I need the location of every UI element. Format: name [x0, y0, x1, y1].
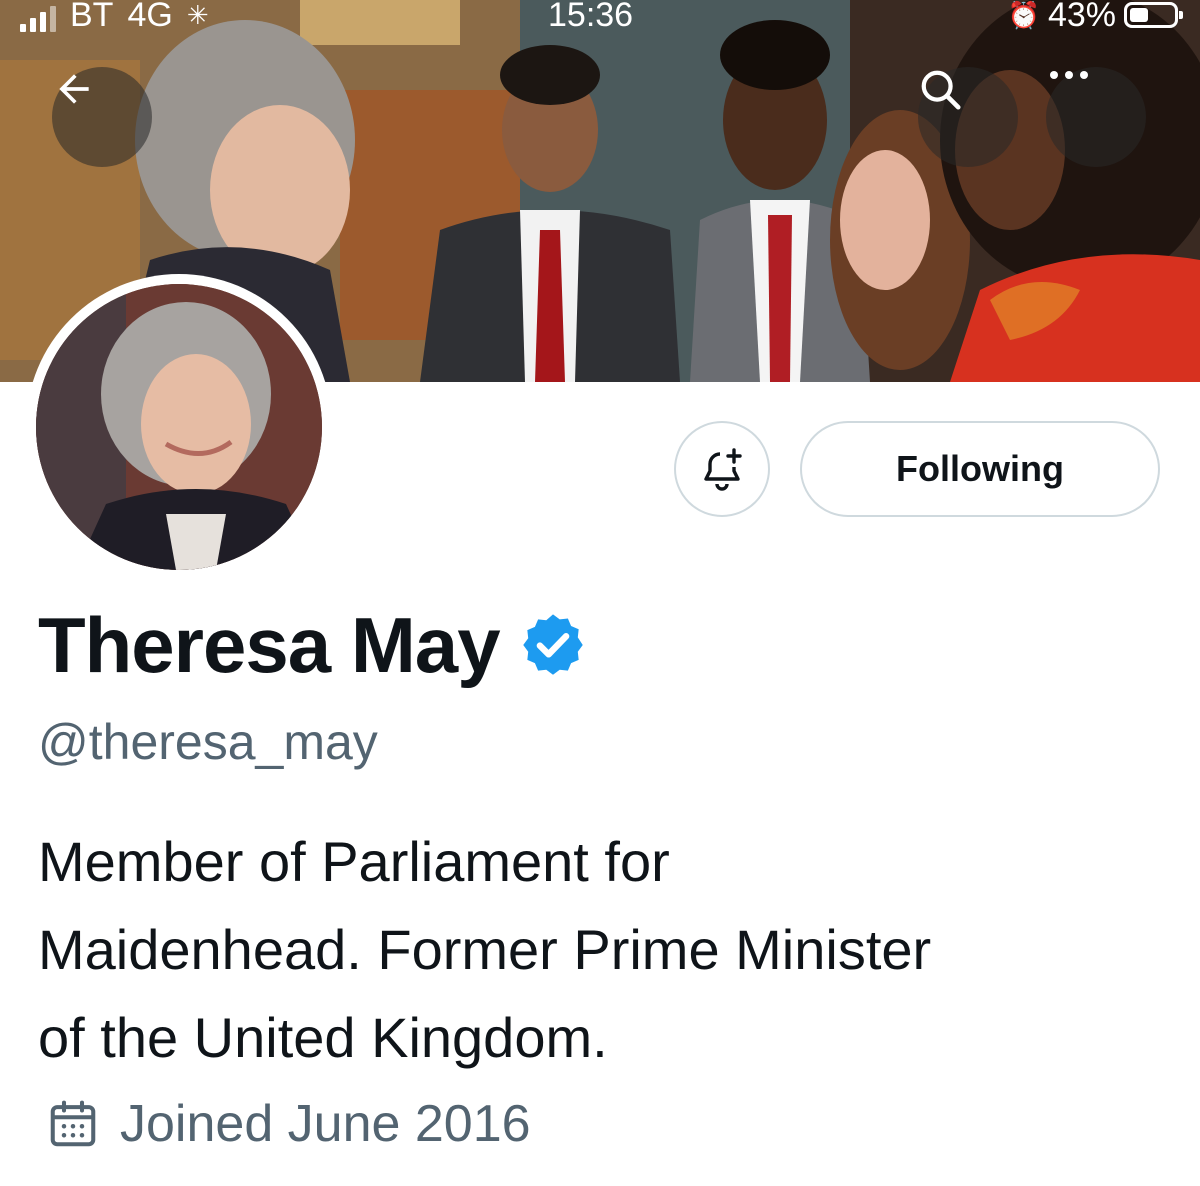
status-left: BT 4G ✳	[20, 0, 209, 32]
carrier-name: BT	[70, 0, 114, 34]
loading-spinner-icon: ✳	[186, 0, 209, 30]
notifications-button[interactable]	[674, 421, 770, 517]
avatar-photo	[36, 284, 322, 570]
calendar-icon	[50, 1100, 96, 1147]
bell-plus-icon	[704, 448, 742, 491]
status-bar: BT 4G ✳ 15:36 ⏰ 43%	[0, 0, 1200, 34]
verified-badge-icon[interactable]	[518, 610, 588, 680]
back-button[interactable]	[52, 67, 152, 167]
joined-date: Joined June 2016	[120, 1095, 531, 1153]
search-button[interactable]	[918, 67, 1018, 167]
more-horizontal-icon	[1050, 71, 1088, 79]
profile-avatar[interactable]	[26, 274, 332, 580]
profile-bio: Member of Parliament for Maidenhead. For…	[38, 818, 1158, 1082]
search-icon	[921, 70, 961, 110]
battery-icon	[1124, 2, 1183, 28]
display-name: Theresa May	[38, 601, 501, 689]
battery-percent: 43%	[1047, 0, 1116, 34]
more-options-button[interactable]	[1046, 67, 1146, 167]
bio-line: Member of Parliament for	[38, 830, 670, 893]
avatar-image	[36, 284, 322, 570]
name-row: Theresa May	[38, 600, 588, 690]
status-time: 15:36	[548, 0, 634, 34]
network-type: 4G	[127, 0, 173, 34]
profile-page: BT 4G ✳ 15:36 ⏰ 43% Following Theresa Ma…	[0, 0, 1200, 1186]
user-handle: @theresa_may	[38, 714, 378, 770]
signal-strength-icon	[20, 6, 56, 32]
following-button[interactable]: Following	[800, 421, 1160, 517]
alarm-icon: ⏰	[1007, 0, 1040, 30]
arrow-left-icon	[59, 74, 89, 104]
joined-date-row: Joined June 2016	[46, 1092, 531, 1156]
bio-line: of the United Kingdom.	[38, 1006, 608, 1069]
bio-line: Maidenhead. Former Prime Minister	[38, 918, 932, 981]
status-right: ⏰ 43%	[1007, 0, 1183, 34]
